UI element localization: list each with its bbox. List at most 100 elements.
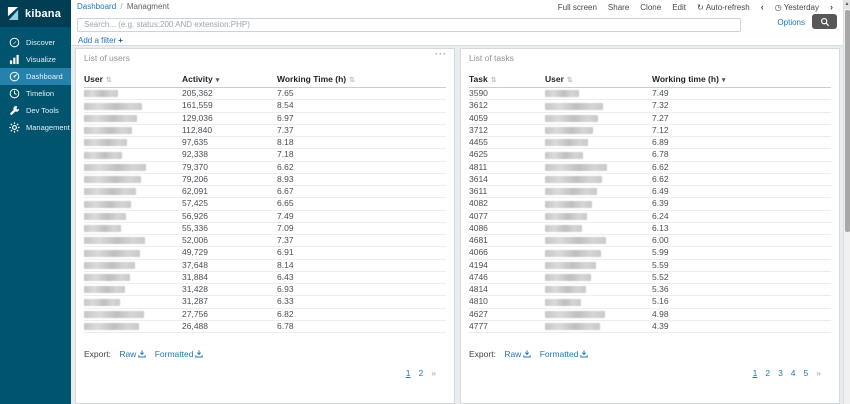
column-header-user[interactable]: User⇅ (545, 72, 652, 88)
page-1-link[interactable]: 1 (753, 368, 758, 378)
column-header-activity[interactable]: Activity▾ (182, 72, 277, 88)
redacted-user (84, 176, 141, 183)
hours-cell: 6.62 (652, 173, 831, 185)
page-3-link[interactable]: 3 (778, 368, 783, 378)
export-formatted-link[interactable]: Formatted (155, 349, 204, 359)
hours-cell: 7.49 (652, 88, 831, 100)
user-cell (545, 320, 652, 332)
page-4-link[interactable]: 4 (791, 368, 796, 378)
activity-cell: 205,362 (182, 88, 277, 100)
user-cell (84, 88, 182, 100)
user-cell (84, 149, 182, 161)
user-cell (545, 186, 652, 198)
table-row: 62,0916.67 (84, 186, 446, 198)
activity-cell: 79,370 (182, 161, 277, 173)
export-formatted-link[interactable]: Formatted (540, 349, 589, 359)
sidebar-item-management[interactable]: Management (0, 119, 71, 136)
redacted-user (84, 299, 120, 306)
users-table: User⇅ Activity▾ Working Time (h)⇅ 205,36… (84, 72, 446, 333)
time-forward-button[interactable]: › (830, 2, 833, 12)
hours-cell: 5.52 (652, 271, 831, 283)
hours-cell: 6.49 (652, 186, 831, 198)
hours-cell: 6.43 (277, 271, 446, 283)
sidebar-item-timelion[interactable]: Timelion (0, 85, 71, 102)
panel-title: List of users (84, 53, 446, 63)
clone-button[interactable]: Clone (640, 3, 661, 12)
table-row: 46816.00 (469, 235, 831, 247)
hours-cell: 6.13 (652, 222, 831, 234)
redacted-user (545, 323, 600, 330)
edit-button[interactable]: Edit (672, 3, 686, 12)
add-filter-button[interactable]: Add a filter+ (78, 36, 123, 45)
time-picker-button[interactable]: ◷Yesterday (775, 3, 819, 12)
panel-options-icon[interactable]: ··· (435, 49, 447, 59)
page-next-link[interactable]: » (431, 368, 436, 378)
column-header-working-time[interactable]: Working time (h)▾ (652, 72, 831, 88)
hours-cell: 7.32 (652, 100, 831, 112)
task-cell: 4077 (469, 210, 545, 222)
search-button[interactable] (812, 14, 837, 29)
activity-cell: 57,425 (182, 198, 277, 210)
column-header-task[interactable]: Task⇅ (469, 72, 545, 88)
sidebar-item-visualize[interactable]: Visualize (0, 51, 71, 68)
activity-cell: 112,840 (182, 124, 277, 136)
vertical-scrollbar[interactable]: ▲ (843, 0, 850, 404)
table-row: 26,4886.78 (84, 320, 446, 332)
user-cell (84, 161, 182, 173)
sort-icon: ▾ (722, 77, 726, 84)
task-cell: 4455 (469, 137, 545, 149)
table-row: 47465.52 (469, 271, 831, 283)
scroll-up-arrow-icon[interactable]: ▲ (844, 0, 850, 9)
table-row: 47774.39 (469, 320, 831, 332)
bar-chart-icon (9, 54, 20, 65)
activity-cell: 52,006 (182, 235, 277, 247)
column-header-user[interactable]: User⇅ (84, 72, 182, 88)
share-button[interactable]: Share (608, 3, 629, 12)
scrollbar-thumb[interactable] (845, 10, 850, 232)
redacted-user (84, 188, 136, 195)
sidebar-item-discover[interactable]: Discover (0, 34, 71, 51)
page-next-link[interactable]: » (816, 368, 821, 378)
sort-icon: ⇅ (106, 77, 112, 84)
activity-cell: 27,756 (182, 308, 277, 320)
hours-cell: 6.39 (652, 198, 831, 210)
table-row: 31,4286.93 (84, 284, 446, 296)
user-cell (84, 308, 182, 320)
task-cell: 4814 (469, 284, 545, 296)
redacted-user (84, 237, 145, 244)
user-cell (545, 247, 652, 259)
options-button[interactable]: Options (777, 18, 805, 27)
sidebar-item-dashboard[interactable]: Dashboard (0, 68, 71, 85)
user-cell (545, 198, 652, 210)
breadcrumb: Dashboard / Managment Full screen Share … (71, 0, 843, 13)
page-2-link[interactable]: 2 (419, 368, 424, 378)
panel-list-of-tasks: List of tasks Task⇅ User⇅ Working time (… (460, 48, 840, 404)
sidebar-item-dev-tools[interactable]: Dev Tools (0, 102, 71, 119)
page-5-link[interactable]: 5 (804, 368, 809, 378)
page-1-link[interactable]: 1 (406, 368, 411, 378)
column-header-working-time[interactable]: Working Time (h)⇅ (277, 72, 446, 88)
export-raw-link[interactable]: Raw (119, 349, 146, 359)
user-cell (545, 296, 652, 308)
table-row: 55,3367.09 (84, 222, 446, 234)
table-row: 97,6358.18 (84, 137, 446, 149)
time-back-button[interactable]: ‹ (761, 2, 764, 12)
redacted-user (84, 164, 146, 171)
hours-cell: 8.14 (277, 259, 446, 271)
user-cell (84, 259, 182, 271)
kibana-logo[interactable]: kibana (0, 0, 71, 27)
user-cell (84, 320, 182, 332)
export-label: Export: (469, 349, 496, 359)
user-cell (545, 210, 652, 222)
hours-cell: 8.54 (277, 100, 446, 112)
page-2-link[interactable]: 2 (765, 368, 770, 378)
search-input[interactable] (77, 18, 741, 32)
table-row: 40826.39 (469, 198, 831, 210)
redacted-user (84, 103, 142, 110)
auto-refresh-button[interactable]: ↻Auto-refresh (697, 3, 750, 12)
export-raw-link[interactable]: Raw (504, 349, 531, 359)
breadcrumb-dashboard[interactable]: Dashboard (77, 2, 116, 11)
full-screen-button[interactable]: Full screen (558, 3, 597, 12)
tasks-table-body: 35907.4936127.3240597.2737127.1244556.89… (469, 88, 831, 333)
table-row: 35907.49 (469, 88, 831, 100)
